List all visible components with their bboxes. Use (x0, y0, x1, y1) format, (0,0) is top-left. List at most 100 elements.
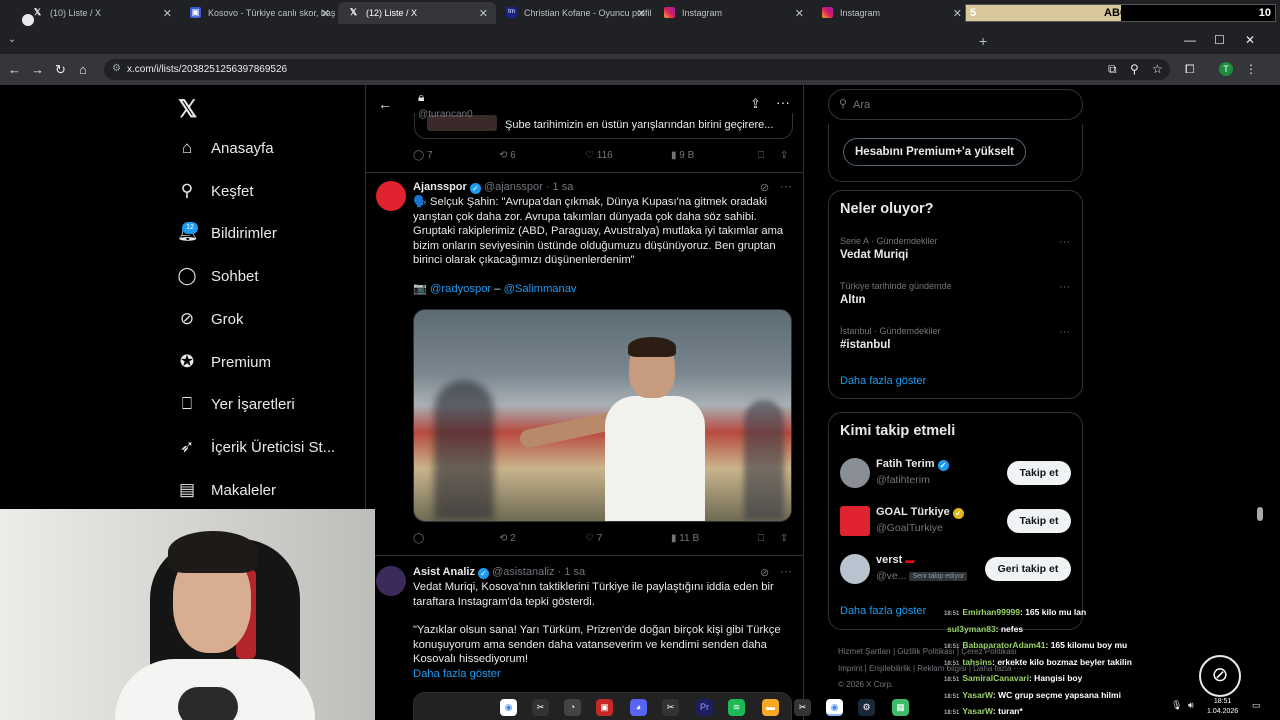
obs-icon[interactable]: ◔ (564, 699, 581, 716)
system-clock[interactable]: 18:51 1.04.2026 (1207, 697, 1238, 717)
x-logo-icon[interactable]: 𝕏 (178, 95, 197, 124)
follow-button[interactable]: Takip et (1007, 509, 1071, 533)
nav-item-1[interactable]: ⚲ Keşfet (177, 181, 254, 211)
more-icon[interactable]: ··· (1059, 236, 1070, 248)
home-button-icon[interactable]: ⌂ (79, 62, 87, 77)
close-tab-icon[interactable]: ✕ (321, 7, 330, 20)
new-tab-icon[interactable]: + (979, 33, 987, 49)
who-name[interactable]: GOAL Türkiye ✓ (876, 506, 964, 519)
minimize-icon[interactable]: — (1184, 33, 1196, 47)
author-name[interactable]: Ajansspor (413, 181, 467, 193)
nav-item-4[interactable]: ⊘ Grok (177, 309, 244, 339)
avatar[interactable] (840, 458, 870, 488)
nav-item-6[interactable]: ⎕ Yer İşaretleri (177, 394, 295, 424)
maximize-icon[interactable]: ☐ (1214, 33, 1225, 47)
tab-liste-10[interactable]: 𝕏 (10) Liste / X ✕ (22, 2, 180, 24)
chrome-active-icon[interactable]: ◉ (826, 699, 843, 716)
show-more-link[interactable]: Daha fazla göster (413, 667, 793, 682)
avatar[interactable] (840, 506, 870, 536)
folder-icon[interactable]: ▬ (762, 699, 779, 716)
avatar[interactable] (840, 554, 870, 584)
grok-icon[interactable]: ⊘ (760, 566, 769, 579)
capcut-2-icon[interactable]: ✂ (662, 699, 679, 716)
close-tab-icon[interactable]: ✕ (953, 7, 962, 20)
back-arrow-icon[interactable]: ← (378, 96, 392, 112)
volume-icon[interactable]: 🔊︎ (1188, 700, 1194, 711)
close-tab-icon[interactable]: ✕ (163, 7, 172, 20)
share-icon[interactable]: ⇪ (750, 96, 761, 112)
bookmark-icon[interactable]: ⎕ (758, 533, 764, 544)
close-tab-icon[interactable]: ✕ (479, 7, 488, 20)
trends-show-more[interactable]: Daha fazla göster (840, 375, 926, 387)
author-name[interactable]: Asist Analiz (413, 566, 475, 578)
search-input[interactable]: ⚲ Ara (828, 89, 1083, 120)
nav-item-5[interactable]: ✪ Premium (177, 352, 271, 382)
close-tab-icon[interactable]: ✕ (795, 7, 804, 20)
tab-instagram-2[interactable]: Instagram ✕ (812, 2, 970, 24)
like-button[interactable]: ♡ 116 (585, 150, 613, 161)
share-icon[interactable]: ⇪ (780, 533, 788, 544)
avatar[interactable] (376, 181, 406, 211)
upgrade-premium-button[interactable]: Hesabını Premium+'a yükselt (843, 138, 1027, 166)
reply-button[interactable]: ◯ 7 (413, 150, 433, 161)
tab-kofane[interactable]: tm Christian Kofane - Oyuncu profil ✕ (496, 2, 654, 24)
share-icon[interactable]: ⇪ (780, 150, 788, 161)
reload-icon[interactable]: ↻ (55, 62, 66, 78)
more-icon[interactable]: ··· (1059, 281, 1070, 293)
bookmark-star-icon[interactable]: ☆ (1152, 62, 1163, 76)
capcut-icon[interactable]: ✂ (532, 699, 549, 716)
follow-button[interactable]: Takip et (1007, 461, 1071, 485)
nav-item-0[interactable]: ⌂ Anasayfa (177, 138, 274, 168)
nav-item-7[interactable]: ➶ İçerik Üreticisi St... (177, 437, 335, 467)
install-icon[interactable]: ⧉ (1108, 62, 1117, 77)
follow-back-button[interactable]: Geri takip et (985, 557, 1071, 581)
close-window-icon[interactable]: ✕ (1245, 33, 1255, 47)
tweet-photo[interactable] (413, 309, 792, 522)
tab-search-icon[interactable]: ⌄ (4, 34, 20, 50)
mention-link[interactable]: @Salimmanav (504, 283, 577, 295)
like-button[interactable]: ♡ 7 (585, 533, 602, 544)
who-show-more[interactable]: Daha fazla göster (840, 605, 926, 617)
mention-link[interactable]: @radyospor (430, 283, 491, 295)
game-app-icon[interactable]: ▦ (892, 699, 909, 716)
premiere-icon[interactable]: Pr (696, 699, 713, 716)
nav-item-8[interactable]: ▤ Makaleler (177, 480, 276, 510)
capcut-3-icon[interactable]: ✂ (794, 699, 811, 716)
red-app-icon[interactable]: ▣ (596, 699, 613, 716)
views-button[interactable]: ▮ 9 B (671, 150, 694, 161)
repost-button[interactable]: ⟲ 6 (499, 150, 516, 161)
tab-liste-12[interactable]: 𝕏 (12) Liste / X ✕ (338, 2, 496, 24)
trend-name[interactable]: #istanbul (840, 339, 890, 351)
who-name[interactable]: verst ▬ (876, 554, 914, 566)
back-icon[interactable]: ← (8, 62, 21, 77)
site-info-icon[interactable]: ⚙ (112, 63, 121, 74)
tab-instagram-1[interactable]: Instagram ✕ (654, 2, 812, 24)
who-name[interactable]: Fatih Terim ✓ (876, 458, 949, 471)
forward-icon[interactable]: → (31, 62, 44, 77)
avatar[interactable] (376, 566, 406, 596)
more-icon[interactable]: ··· (1059, 326, 1070, 338)
more-icon[interactable]: ··· (780, 564, 792, 578)
tab-kosovo[interactable]: ▣ Kosovo - Türkiye canlı skor, baş ✕ (180, 2, 338, 24)
notifications-tray-icon[interactable]: ▭ (1252, 700, 1261, 711)
zoom-icon[interactable]: ⚲ (1130, 62, 1139, 76)
nav-item-3[interactable]: ◯ Sohbet (177, 266, 258, 296)
scrollbar-thumb[interactable] (1257, 507, 1263, 521)
spotify-icon[interactable]: ≋ (728, 699, 745, 716)
discord-icon[interactable]: ◕ (630, 699, 647, 716)
address-bar[interactable]: ⚙ x.com/i/lists/2038251256397869526 (104, 59, 1170, 80)
trend-name[interactable]: Vedat Muriqi (840, 249, 908, 261)
reply-button[interactable]: ◯ (413, 533, 424, 544)
grok-icon[interactable]: ⊘ (760, 181, 769, 194)
mic-tray-icon[interactable]: 🎙︎ (1171, 700, 1182, 711)
profile-avatar[interactable]: T (1219, 62, 1233, 76)
bookmark-icon[interactable]: ⎕ (758, 150, 764, 161)
chrome-icon[interactable]: ◉ (500, 699, 517, 716)
more-icon[interactable]: ··· (780, 179, 792, 193)
extensions-icon[interactable]: ⧠ (1185, 62, 1195, 77)
trend-name[interactable]: Altın (840, 294, 866, 306)
views-button[interactable]: ▮ 11 B (671, 533, 699, 544)
repost-button[interactable]: ⟲ 2 (499, 533, 516, 544)
more-icon[interactable]: ··· (776, 94, 790, 110)
close-tab-icon[interactable]: ✕ (637, 7, 646, 20)
